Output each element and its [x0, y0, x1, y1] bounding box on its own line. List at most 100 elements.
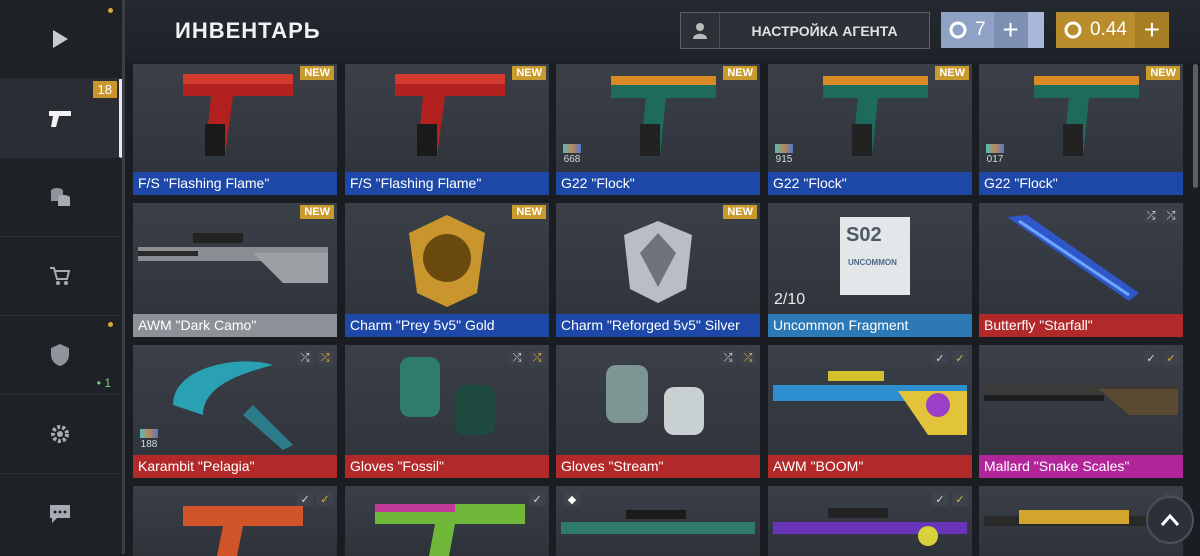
- item-name: F/S "Flashing Flame": [345, 172, 549, 195]
- item-name: Gloves "Stream": [556, 455, 760, 478]
- gold-currency: 0.44 +: [1056, 12, 1187, 48]
- chat-icon: [49, 505, 70, 523]
- sidebar-item-clan[interactable]: • 1: [0, 316, 119, 395]
- item-name: Charm "Reforged 5v5" Silver: [556, 314, 760, 337]
- pistol-icon: [48, 111, 71, 127]
- pistol-image: [556, 64, 760, 172]
- new-badge: NEW: [300, 66, 334, 80]
- shuffle-icon: ⤮: [529, 351, 545, 365]
- social-count: • 1: [96, 376, 111, 390]
- pistol-image: [345, 64, 549, 172]
- item-card[interactable]: ✓ ✓ AWM "BOOM": [768, 345, 972, 478]
- sniper-rifle-image: [556, 486, 760, 556]
- item-card[interactable]: NEW 668 G22 "Flock": [556, 64, 760, 195]
- item-card[interactable]: ⤮ ⤮ Gloves "Stream": [556, 345, 760, 478]
- chevron-up-icon: [1160, 513, 1180, 526]
- item-name: G22 "Flock": [556, 172, 760, 195]
- check-icon: ✓: [952, 492, 968, 506]
- item-card[interactable]: ✓ ✓: [133, 486, 337, 556]
- item-name: Butterfly "Starfall": [979, 314, 1183, 337]
- shuffle-icon: ⤮: [720, 351, 736, 365]
- item-card[interactable]: NEW F/S "Flashing Flame": [133, 64, 337, 195]
- play-icon: [52, 30, 68, 48]
- item-card[interactable]: ✓: [345, 486, 549, 556]
- shuffle-icon: ⤮: [509, 351, 525, 365]
- pistol-image: [133, 64, 337, 172]
- sidebar-item-play[interactable]: [0, 0, 119, 79]
- pistol-image: [345, 486, 549, 556]
- sidebar-item-chat[interactable]: [0, 474, 119, 554]
- item-name: Mallard "Snake Scales": [979, 455, 1183, 478]
- item-name: Karambit "Pelagia": [133, 455, 337, 478]
- sticker-counter: 188: [140, 429, 158, 450]
- sticker-counter: 915: [775, 144, 793, 165]
- charm-silver-image: [556, 203, 760, 314]
- item-name: Uncommon Fragment: [768, 314, 972, 337]
- check-icon: ✓: [952, 351, 968, 365]
- item-card[interactable]: ✓ ✓ Mallard "Snake Scales": [979, 345, 1183, 478]
- check-icon: ✓: [932, 351, 948, 365]
- add-gold-button[interactable]: +: [1134, 12, 1169, 48]
- new-badge: NEW: [935, 66, 969, 80]
- check-icon: ✓: [529, 492, 545, 506]
- item-name: AWM "Dark Camo": [133, 314, 337, 337]
- silver-value-box: 7: [941, 12, 994, 48]
- gold-value-box: 0.44: [1056, 12, 1135, 48]
- sidebar-item-settings[interactable]: [0, 395, 119, 474]
- check-icon: ✓: [1143, 351, 1159, 365]
- clan-icon: ◆: [564, 492, 580, 506]
- item-status-icons: ✓ ✓: [932, 351, 968, 365]
- item-name: G22 "Flock": [979, 172, 1183, 195]
- item-status-icons: ⤮ ⤮: [509, 351, 545, 365]
- silver-value: 7: [975, 19, 986, 40]
- sniper-rifle-image: [133, 203, 337, 314]
- agent-icon: [681, 13, 720, 48]
- scroll-to-top-button[interactable]: [1146, 496, 1194, 544]
- shuffle-icon: ⤮: [317, 351, 333, 365]
- item-card[interactable]: NEW Charm "Prey 5v5" Gold: [345, 203, 549, 337]
- silver-coin-icon: [949, 21, 967, 39]
- item-card[interactable]: ⤮ ⤮ Gloves "Fossil": [345, 345, 549, 478]
- check-icon: ✓: [1163, 351, 1179, 365]
- scrollbar[interactable]: [1193, 64, 1198, 188]
- item-name: AWM "BOOM": [768, 455, 972, 478]
- top-bar: ИНВЕНТАРЬ НАСТРОЙКА АГЕНТА 7 + 0.44 +: [125, 0, 1200, 62]
- item-card[interactable]: ⤮ ⤮ Butterfly "Starfall": [979, 203, 1183, 337]
- sidebar-item-inventory[interactable]: 18: [0, 79, 122, 158]
- pistol-image: [979, 64, 1183, 172]
- item-status-icons: ✓ ✓: [297, 492, 333, 506]
- item-card[interactable]: ✓ ✓: [768, 486, 972, 556]
- new-badge: NEW: [723, 66, 757, 80]
- item-card[interactable]: ⤮ ⤮ 188 Karambit "Pelagia": [133, 345, 337, 478]
- item-card[interactable]: S02 UNCOMMON 2/10 Uncommon Fragment: [768, 203, 972, 337]
- item-card[interactable]: NEW 017 G22 "Flock": [979, 64, 1183, 195]
- sticker-counter: 668: [563, 144, 581, 165]
- shuffle-icon: ⤮: [297, 351, 313, 365]
- new-badge: NEW: [512, 205, 546, 219]
- new-badge: NEW: [723, 205, 757, 219]
- item-name: Charm "Prey 5v5" Gold: [345, 314, 549, 337]
- item-card[interactable]: NEW Charm "Reforged 5v5" Silver: [556, 203, 760, 337]
- sticker-counter: 017: [986, 144, 1004, 165]
- pistol-image: [768, 64, 972, 172]
- add-silver-button[interactable]: +: [993, 12, 1028, 48]
- item-card[interactable]: ◆: [556, 486, 760, 556]
- silver-currency: 7 +: [941, 12, 1044, 48]
- charm-gold-image: [345, 203, 549, 314]
- item-status-icons: ⤮ ⤮: [297, 351, 333, 365]
- item-name: G22 "Flock": [768, 172, 972, 195]
- item-name: Gloves "Fossil": [345, 455, 549, 478]
- sidebar-item-currency[interactable]: [0, 158, 119, 237]
- item-status-icons: ✓ ✓: [932, 492, 968, 506]
- agent-settings-button[interactable]: НАСТРОЙКА АГЕНТА: [680, 12, 930, 49]
- inventory-count-badge: 18: [92, 81, 117, 98]
- agent-settings-label: НАСТРОЙКА АГЕНТА: [751, 22, 898, 39]
- item-name: F/S "Flashing Flame": [133, 172, 337, 195]
- new-badge: NEW: [300, 205, 334, 219]
- item-status-icons: ⤮ ⤮: [1143, 209, 1179, 223]
- sidebar-item-shop[interactable]: [0, 237, 119, 316]
- item-card[interactable]: NEW F/S "Flashing Flame": [345, 64, 549, 195]
- item-card[interactable]: NEW 915 G22 "Flock": [768, 64, 972, 195]
- item-card[interactable]: NEW AWM "Dark Camo": [133, 203, 337, 337]
- check-icon: ✓: [932, 492, 948, 506]
